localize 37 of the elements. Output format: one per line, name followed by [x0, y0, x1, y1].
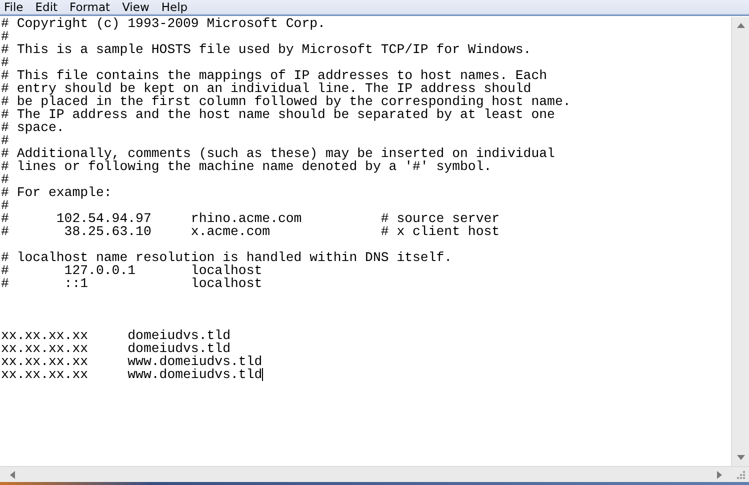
text-caret	[262, 368, 264, 381]
text-line: #	[1, 173, 9, 186]
text-line: # ::1 localhost	[1, 277, 262, 290]
text-line: # be placed in the first column followed by the corresponding host name.	[1, 95, 571, 108]
text-line: # 127.0.0.1 localhost	[1, 264, 262, 277]
scroll-down-icon[interactable]	[736, 455, 744, 460]
text-line: #	[1, 30, 9, 43]
menu-item[interactable]: View	[116, 1, 156, 14]
text-line: # Copyright (c) 1993-2009 Microsoft Corp.	[1, 17, 326, 30]
resize-grip-icon[interactable]	[736, 470, 745, 479]
text-line: xx.xx.xx.xx domeiudvs.tld	[1, 342, 230, 355]
text-line: # entry should be kept on an individual line. The IP address should	[1, 82, 532, 95]
text-line: # 102.54.94.97 rhino.acme.com # source server	[1, 212, 500, 225]
text-line: xx.xx.xx.xx www.domeiudvs.tld	[1, 368, 264, 381]
vertical-scrollbar[interactable]	[731, 17, 749, 466]
text-line: #	[1, 56, 9, 69]
text-line: # The IP address and the host name should be separated by at least one	[1, 108, 555, 121]
text-line: #	[1, 134, 9, 147]
text-line: #	[1, 199, 9, 212]
scroll-up-icon[interactable]	[736, 23, 744, 28]
text-line: # This file contains the mappings of IP addresses to host names. Each	[1, 69, 548, 82]
horizontal-scrollbar[interactable]	[0, 466, 749, 482]
scroll-right-icon[interactable]	[717, 470, 722, 478]
text-line: xx.xx.xx.xx www.domeiudvs.tld	[1, 355, 262, 368]
menu-item[interactable]: Format	[64, 1, 116, 14]
text-line: # space.	[1, 121, 64, 134]
text-line: # lines or following the machine name denoted by a '#' symbol.	[1, 160, 492, 173]
menu-item[interactable]: File	[0, 1, 30, 14]
text-line: # For example:	[1, 186, 112, 199]
text-line: # This is a sample HOSTS file used by Microsoft TCP/IP for Windows.	[1, 43, 532, 56]
menu-item[interactable]: Help	[155, 1, 194, 14]
scroll-left-icon[interactable]	[10, 470, 15, 478]
text-line: # localhost name resolution is handled within DNS itself.	[1, 251, 452, 264]
menu-item[interactable]: Edit	[29, 1, 64, 14]
text-line: # 38.25.63.10 x.acme.com # x client host	[1, 225, 500, 238]
text-line: xx.xx.xx.xx domeiudvs.tld	[1, 329, 230, 342]
text-line: # Additionally, comments (such as these) may be inserted on individual	[1, 147, 555, 160]
